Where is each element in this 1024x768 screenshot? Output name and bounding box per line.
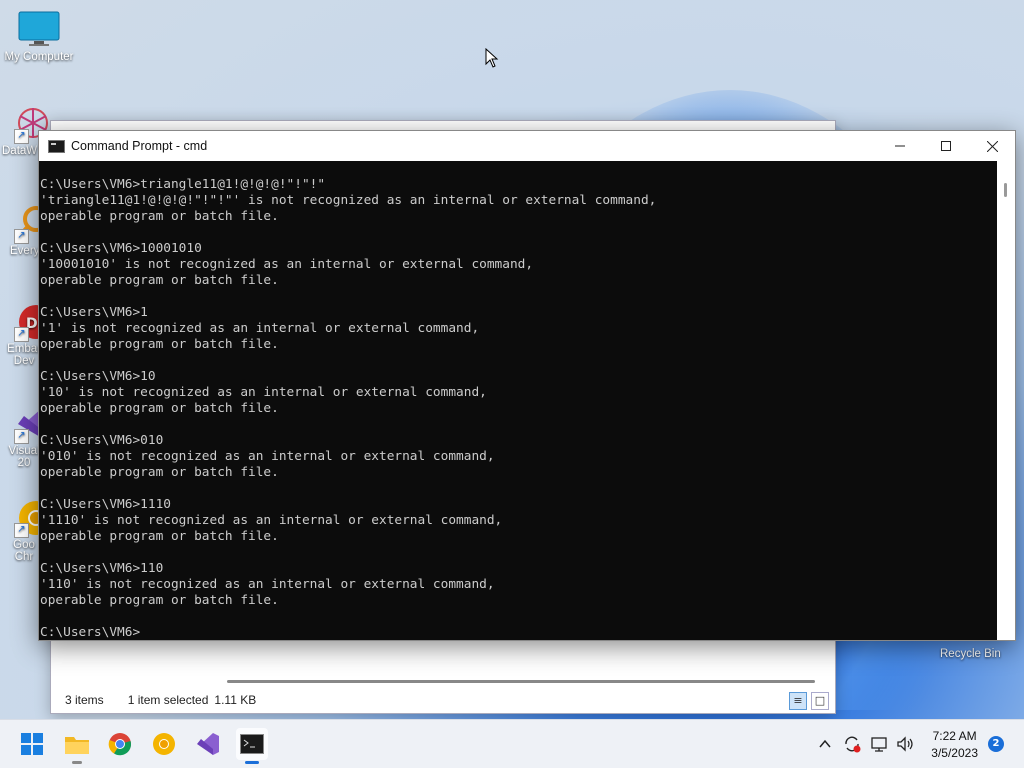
running-indicator <box>72 761 82 764</box>
system-tray <box>818 720 916 768</box>
explorer-status-bar: 3 items 1 item selected 1.11 KB <box>51 687 835 713</box>
details-view-button[interactable]: ≡ <box>789 692 807 710</box>
maximize-icon <box>941 141 951 151</box>
shortcut-arrow-icon: ↗ <box>14 523 29 538</box>
shortcut-arrow-icon: ↗ <box>14 129 29 144</box>
shortcut-arrow-icon: ↗ <box>14 229 29 244</box>
network-icon[interactable] <box>870 735 890 753</box>
close-icon <box>986 140 998 152</box>
chrome-icon <box>108 733 132 756</box>
shortcut-arrow-icon: ↗ <box>14 429 29 444</box>
file-explorer-icon <box>65 737 89 754</box>
window-title: Command Prompt - cmd <box>71 139 208 153</box>
taskbar: 7:22 AM 3/5/2023 2 <box>0 719 1024 768</box>
monitor-icon <box>18 10 60 48</box>
clock-time: 7:22 AM <box>932 729 977 743</box>
chevron-up-icon[interactable] <box>818 737 832 751</box>
window-title-bar[interactable]: Command Prompt - cmd <box>39 131 1015 161</box>
taskbar-chrome-canary[interactable] <box>148 728 180 760</box>
console-output[interactable]: C:\Users\VM6>triangle11@1!@!@!@!"!"!" 't… <box>39 161 997 640</box>
minimize-button[interactable] <box>877 131 923 161</box>
command-prompt-icon <box>240 734 264 754</box>
shortcut-arrow-icon: ↗ <box>14 327 29 342</box>
large-icons-view-button[interactable]: □ <box>811 692 829 710</box>
mouse-cursor-icon <box>485 48 499 68</box>
items-count: 3 items <box>65 693 104 707</box>
taskbar-visual-studio[interactable] <box>192 728 224 760</box>
visual-studio-icon <box>197 733 219 755</box>
maximize-button[interactable] <box>923 131 969 161</box>
desktop-icon-label: My Computer <box>4 51 74 63</box>
selection-size: 1.11 KB <box>214 693 257 707</box>
notification-badge[interactable]: 2 <box>988 736 1004 752</box>
command-prompt-icon <box>48 139 65 153</box>
active-indicator <box>245 761 259 764</box>
command-prompt-window[interactable]: Command Prompt - cmd C:\Users\VM6>triang… <box>38 130 1016 641</box>
clock-date: 3/5/2023 <box>931 746 978 760</box>
desktop-icon-my-computer[interactable]: My Computer <box>0 10 78 63</box>
taskbar-command-prompt[interactable] <box>236 728 268 764</box>
horizontal-scrollbar[interactable] <box>227 680 815 683</box>
taskbar-chrome[interactable] <box>104 728 136 760</box>
vertical-scrollbar[interactable] <box>997 161 1015 640</box>
desktop-icon-recycle-bin[interactable]: Recycle Bin <box>940 648 1001 660</box>
taskbar-clock[interactable]: 7:22 AM 3/5/2023 <box>931 728 978 762</box>
close-button[interactable] <box>969 131 1015 161</box>
start-icon <box>21 733 43 755</box>
taskbar-file-explorer[interactable] <box>61 728 93 764</box>
minimize-icon <box>895 145 905 147</box>
start-button[interactable] <box>16 728 48 760</box>
sync-alert-icon[interactable] <box>842 735 862 753</box>
volume-icon[interactable] <box>896 735 916 753</box>
scrollbar-thumb[interactable] <box>1004 183 1007 197</box>
selection-info: 1 item selected <box>127 693 209 707</box>
recycle-bin-label: Recycle Bin <box>940 648 1001 660</box>
chrome-canary-icon <box>153 733 175 755</box>
